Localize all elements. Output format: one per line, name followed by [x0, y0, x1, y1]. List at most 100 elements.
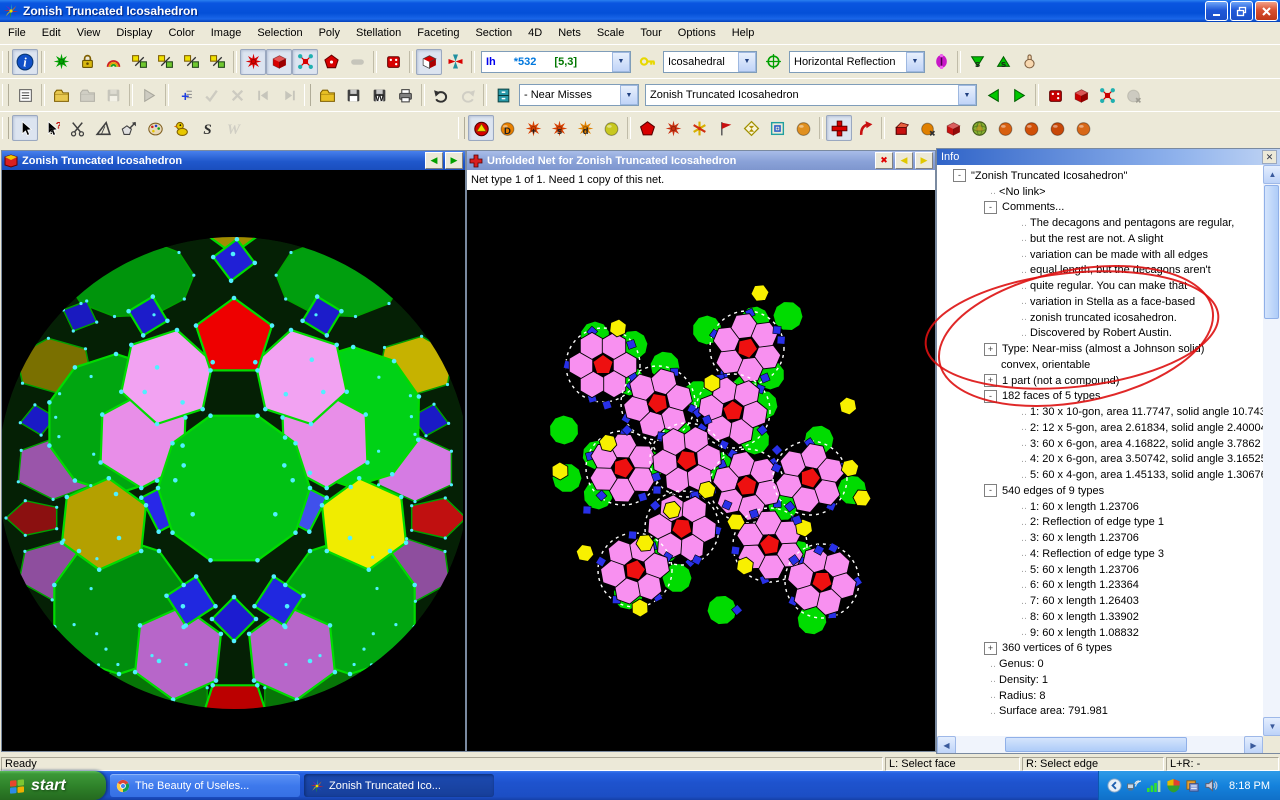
morph-mid-icon[interactable]: [152, 49, 178, 75]
library-icon[interactable]: [490, 82, 516, 108]
tree-item[interactable]: -182 faces of 5 types: [937, 389, 1263, 405]
tree-item[interactable]: ․․9: 60 x length 1.08832: [937, 625, 1263, 641]
unfold-net-icon[interactable]: [826, 115, 852, 141]
scroll-down-icon[interactable]: ▼: [1263, 717, 1280, 736]
net-view-titlebar[interactable]: Unfolded Net for Zonish Truncated Icosah…: [467, 151, 935, 170]
tree-item[interactable]: ․․1: 30 x 10-gon, area 11.7747, solid an…: [937, 404, 1263, 420]
model-list-icon[interactable]: [12, 82, 38, 108]
square-net-icon[interactable]: [764, 115, 790, 141]
measure-tool-icon[interactable]: [90, 115, 116, 141]
print-icon[interactable]: [392, 82, 418, 108]
vertical-scroll-thumb[interactable]: [1264, 185, 1279, 319]
combo-subsym[interactable]: Horizontal Reflection▼: [789, 51, 925, 73]
open-box-icon[interactable]: [888, 115, 914, 141]
reshape-tool-icon[interactable]: [116, 115, 142, 141]
toolbar-grip[interactable]: [2, 84, 9, 106]
tree-item[interactable]: ․․variation in Stella as a face-based: [937, 294, 1263, 310]
menu-color[interactable]: Color: [160, 24, 202, 42]
hash-star-icon[interactable]: [686, 115, 712, 141]
vertex-figure-icon[interactable]: [48, 49, 74, 75]
net-prev-button[interactable]: ◀: [895, 152, 913, 169]
menu-stellation[interactable]: Stellation: [348, 24, 409, 42]
combo-symgroup[interactable]: Icosahedral▼: [663, 51, 757, 73]
base-dual-toggle-icon[interactable]: [416, 49, 442, 75]
menu-selection[interactable]: Selection: [249, 24, 310, 42]
shrink-ball-icon[interactable]: [914, 115, 940, 141]
tray-app-icon[interactable]: [1185, 778, 1200, 793]
tree-expand-icon[interactable]: +: [984, 642, 997, 655]
info-panel-header[interactable]: Info ✕: [937, 149, 1280, 165]
menu-section[interactable]: Section: [467, 24, 520, 42]
tree-item[interactable]: ․․Discovered by Robert Austin.: [937, 326, 1263, 342]
tree-item[interactable]: ․․Surface area: 791.981: [937, 704, 1263, 720]
scroll-right-icon[interactable]: ▶: [1244, 736, 1263, 753]
tree-item[interactable]: ․․4: 20 x 6-gon, area 3.50742, solid ang…: [937, 452, 1263, 468]
tree-item[interactable]: ․․7: 60 x length 1.26403: [937, 593, 1263, 609]
signal-strength-icon[interactable]: [1146, 778, 1162, 794]
orange-disc-icon[interactable]: [790, 115, 816, 141]
combo-category[interactable]: - Near Misses▼: [519, 84, 639, 106]
model-relations-icon[interactable]: [1094, 82, 1120, 108]
close-button[interactable]: [1255, 1, 1278, 21]
measure-model-icon[interactable]: [1042, 82, 1068, 108]
combo-symmetry-dropdown-icon[interactable]: ▼: [612, 52, 630, 72]
menu-nets[interactable]: Nets: [550, 24, 589, 42]
tree-item[interactable]: ․․6: 60 x length 1.23364: [937, 578, 1263, 594]
tree-item[interactable]: +Type: Near-miss (almost a Johnson solid…: [937, 341, 1263, 357]
restore-button[interactable]: [1230, 1, 1253, 21]
stellation-plus-icon[interactable]: +: [520, 115, 546, 141]
combo-model-dropdown-icon[interactable]: ▼: [958, 85, 976, 105]
network-icon[interactable]: [1126, 778, 1142, 794]
menu-scale[interactable]: Scale: [589, 24, 633, 42]
tree-collapse-icon[interactable]: -: [984, 201, 997, 214]
color-palette-icon[interactable]: [142, 115, 168, 141]
tree-item[interactable]: ․․3: 60 x 6-gon, area 4.16822, solid ang…: [937, 436, 1263, 452]
spin-hand-icon[interactable]: [1016, 49, 1042, 75]
pentagon-icon[interactable]: [634, 115, 660, 141]
mascot-icon[interactable]: [168, 115, 194, 141]
tree-item[interactable]: -"Zonish Truncated Icosahedron": [937, 168, 1263, 184]
menu-help[interactable]: Help: [724, 24, 763, 42]
model-info-icon[interactable]: [1068, 82, 1094, 108]
tree-collapse-icon[interactable]: -: [984, 484, 997, 497]
geodesic-icon[interactable]: [966, 115, 992, 141]
sphere-shade-icon[interactable]: [598, 115, 624, 141]
tree-item[interactable]: +1 part (not a compound): [937, 373, 1263, 389]
stellation-s-icon[interactable]: s: [546, 115, 572, 141]
open-list-icon[interactable]: [48, 82, 74, 108]
taskbar-task-stella[interactable]: Zonish Truncated Ico...: [304, 774, 494, 797]
info-button[interactable]: i: [12, 49, 38, 75]
tree-collapse-icon[interactable]: -: [953, 169, 966, 182]
antivirus-shield-icon[interactable]: [1166, 778, 1181, 793]
tree-item[interactable]: ․․1: 60 x length 1.23706: [937, 499, 1263, 515]
tree-item[interactable]: ․․2: Reflection of edge type 1: [937, 515, 1263, 531]
tree-item[interactable]: ․․3: 60 x length 1.23706: [937, 530, 1263, 546]
tree-expand-icon[interactable]: +: [984, 374, 997, 387]
symmetry-axes-icon[interactable]: [760, 49, 786, 75]
menu-poly[interactable]: Poly: [311, 24, 348, 42]
sphere-icon-1[interactable]: [992, 115, 1018, 141]
taskbar-task-browser[interactable]: The Beauty of Useles...: [110, 774, 300, 797]
subsym-up-icon[interactable]: s: [990, 49, 1016, 75]
morph-base-icon[interactable]: [126, 49, 152, 75]
tree-item[interactable]: ․․quite regular. You can make that: [937, 278, 1263, 294]
tree-item[interactable]: ․․2: 12 x 5-gon, area 2.61834, solid ang…: [937, 420, 1263, 436]
info-vertical-scrollbar[interactable]: ▲ ▼: [1263, 165, 1280, 736]
combo-subsym-dropdown-icon[interactable]: ▼: [906, 52, 924, 72]
toolbar-grip[interactable]: [458, 117, 465, 139]
scissors-icon[interactable]: [64, 115, 90, 141]
spiky-star-icon[interactable]: [660, 115, 686, 141]
tree-item[interactable]: ․․Density: 1: [937, 672, 1263, 688]
toolbar-grip[interactable]: [2, 117, 9, 139]
morph-compound-icon[interactable]: [204, 49, 230, 75]
morph-dual-icon[interactable]: [178, 49, 204, 75]
tray-collapse-icon[interactable]: [1107, 778, 1122, 793]
prev-model-icon[interactable]: [980, 82, 1006, 108]
menu-view[interactable]: View: [69, 24, 109, 42]
faceting-mode-icon[interactable]: [468, 115, 494, 141]
show-solid-icon[interactable]: [266, 49, 292, 75]
menu-faceting[interactable]: Faceting: [409, 24, 467, 42]
menu-display[interactable]: Display: [108, 24, 160, 42]
tree-item[interactable]: ․․Radius: 8: [937, 688, 1263, 704]
expand-poly-icon[interactable]: [940, 115, 966, 141]
